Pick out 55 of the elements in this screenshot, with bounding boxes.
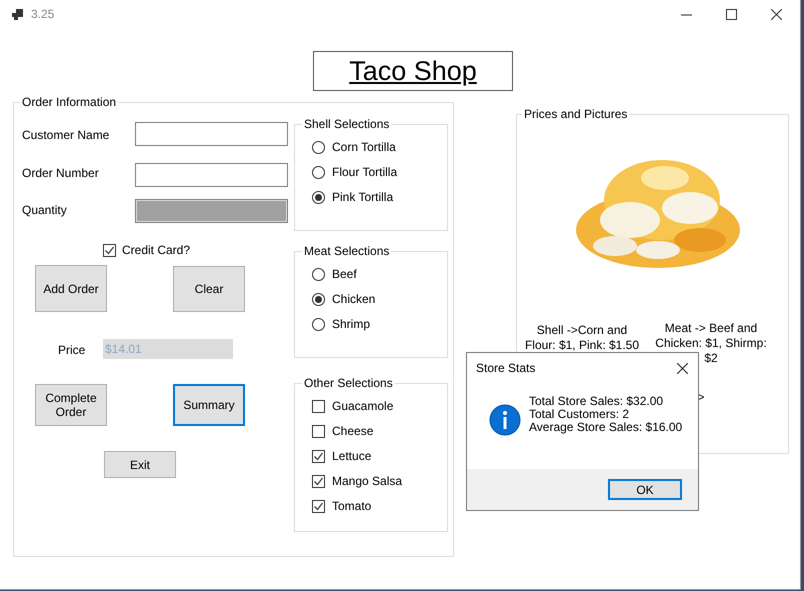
checkbox[interactable] — [312, 424, 325, 438]
shop-title: Taco Shop — [313, 51, 513, 91]
option-label: Cheese — [332, 423, 374, 440]
option-label: Shrimp — [332, 316, 370, 333]
price-note: Meat -> Beef and Chicken: $1, Shirmp: $2 — [654, 321, 768, 366]
option-label: Corn Tortilla — [332, 139, 396, 156]
text-field[interactable] — [135, 122, 288, 146]
ok-button[interactable]: OK — [608, 479, 682, 500]
maximize-icon[interactable] — [726, 8, 737, 20]
radio-button[interactable] — [312, 166, 325, 178]
option-label: Chicken — [332, 291, 376, 308]
checkbox[interactable] — [312, 500, 325, 512]
checkbox[interactable] — [312, 474, 325, 488]
group-title: Other Selections — [302, 376, 395, 390]
price-field: $14.01 — [103, 339, 233, 359]
radio-button[interactable] — [312, 190, 325, 204]
push-button[interactable]: Add Order — [35, 265, 107, 312]
push-button[interactable]: Complete Order — [35, 384, 107, 426]
price-note: Shell ->Corn and Flour: $1, Pink: $1.50 — [524, 323, 640, 353]
field-label: Customer Name — [22, 127, 110, 144]
field-label: Order Number — [22, 165, 99, 182]
message-text: Total Store Sales: $32.00 — [529, 395, 664, 408]
window-title: 3.25 — [31, 6, 54, 23]
radio-button[interactable] — [312, 318, 325, 330]
group-title: Meat Selections — [302, 244, 392, 258]
option-label: Pink Tortilla — [332, 189, 394, 206]
group-title: Prices and Pictures — [522, 107, 630, 121]
option-label: Beef — [332, 266, 357, 283]
push-button[interactable]: Clear — [173, 266, 245, 312]
close-icon[interactable] — [677, 362, 688, 374]
option-label: Tomato — [332, 498, 372, 515]
push-button[interactable]: Summary — [173, 384, 245, 426]
option-label: Flour Tortilla — [332, 164, 398, 181]
checkbox[interactable] — [312, 400, 325, 412]
price-label: Price — [58, 342, 86, 359]
close-icon[interactable] — [771, 8, 782, 20]
checkbox[interactable] — [103, 244, 116, 256]
checkbox-label: Credit Card? — [122, 242, 190, 259]
text-field[interactable] — [135, 163, 288, 187]
group-title: Order Information — [20, 95, 118, 109]
info-icon — [489, 404, 521, 436]
checkbox[interactable] — [312, 450, 325, 462]
message-text: Total Customers: 2 — [529, 408, 630, 421]
push-button[interactable]: Exit — [104, 451, 176, 478]
message-text: Average Store Sales: $16.00 — [529, 421, 682, 434]
radio-button[interactable] — [312, 268, 325, 280]
radio-button[interactable] — [312, 140, 325, 154]
option-label: Lettuce — [332, 448, 372, 465]
group-title: Shell Selections — [302, 117, 392, 131]
radio-button[interactable] — [312, 292, 325, 306]
app-icon — [12, 8, 23, 20]
dialog-title: Store Stats — [476, 360, 536, 377]
option-label: Mango Salsa — [332, 473, 402, 490]
option-label: Guacamole — [332, 398, 394, 415]
field-label: Quantity — [22, 202, 67, 219]
